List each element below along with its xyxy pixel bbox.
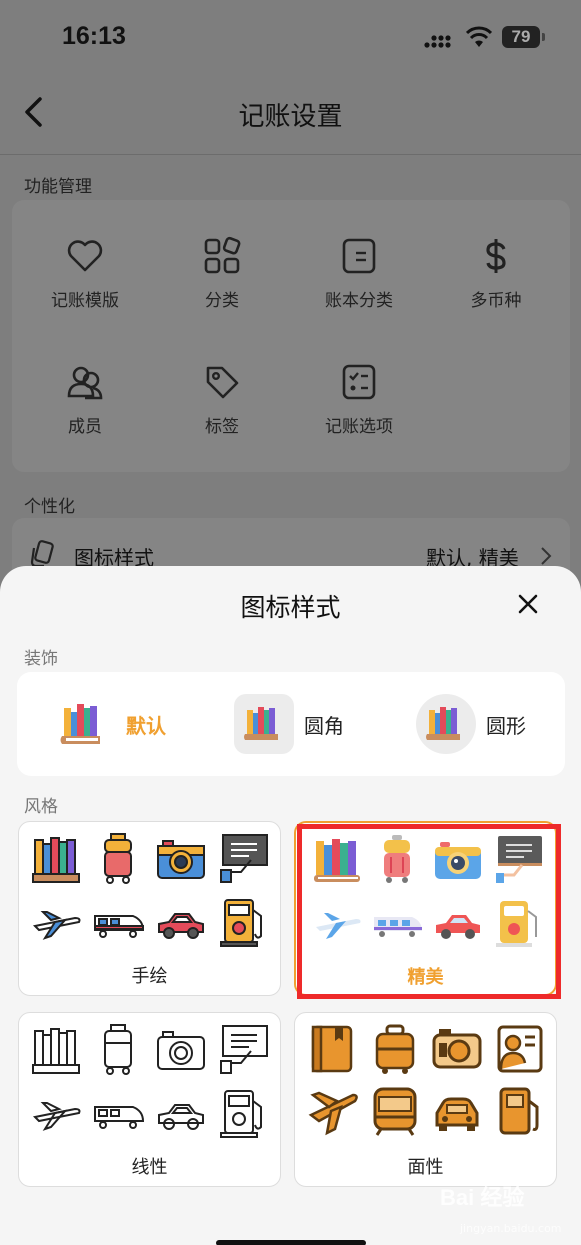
page-title: 记账设置 — [238, 102, 343, 132]
decoration-option-rounded[interactable]: 圆角 — [234, 694, 384, 754]
icon-style-icon — [30, 540, 54, 568]
chevron-right-icon — [541, 547, 552, 565]
train-icon — [94, 1106, 145, 1129]
home-indicator[interactable] — [216, 1240, 366, 1245]
function-label: 多币种 — [470, 291, 522, 311]
books-icon — [426, 707, 460, 740]
id-card-icon — [497, 1025, 543, 1073]
nav-divider — [0, 154, 581, 155]
luggage-icon — [104, 833, 132, 884]
function-item-category[interactable]: 分类 — [152, 236, 292, 311]
train-icon — [94, 915, 145, 938]
fuel-pump-icon — [499, 1087, 539, 1135]
cellular-signal-icon — [424, 35, 451, 48]
airplane-icon — [32, 1102, 81, 1131]
function-item-options[interactable]: 记账选项 — [289, 362, 429, 437]
function-item-tag[interactable]: 标签 — [152, 362, 292, 437]
function-item-template[interactable]: 记账模版 — [15, 236, 155, 311]
decoration-label: 装饰 — [24, 649, 58, 669]
luggage-icon — [375, 1024, 415, 1074]
camera-icon — [432, 1029, 482, 1069]
camera-icon — [157, 840, 205, 879]
decoration-option-label: 圆角 — [304, 714, 344, 738]
sheet-title: 图标样式 — [240, 593, 341, 622]
selection-highlight-box — [297, 824, 561, 999]
style-option-label: 线性 — [131, 1157, 168, 1178]
decoration-option-default[interactable]: 默认 — [56, 694, 206, 754]
style-label: 风格 — [24, 797, 58, 817]
fuel-pump-icon — [220, 899, 262, 947]
tram-icon — [373, 1087, 417, 1136]
books-icon — [32, 1028, 80, 1074]
function-item-currency[interactable]: 多币种 — [426, 236, 566, 311]
car-icon — [435, 1097, 479, 1131]
status-time: 16:13 — [62, 22, 126, 50]
function-label: 记账选项 — [325, 417, 393, 437]
watermark-brand: Bai 经验 — [440, 1185, 525, 1210]
style-option-solid[interactable]: 面性 — [294, 1012, 557, 1187]
car-icon — [158, 1104, 204, 1130]
tag-icon — [206, 366, 239, 399]
wifi-icon — [466, 26, 492, 47]
section-title-function: 功能管理 — [24, 177, 92, 197]
style-option-label: 面性 — [407, 1157, 444, 1178]
function-item-members[interactable]: 成员 — [15, 362, 155, 437]
function-label: 成员 — [68, 417, 102, 437]
style-option-handdrawn[interactable]: 手绘 — [18, 821, 281, 996]
function-label: 账本分类 — [325, 291, 393, 311]
battery-indicator: 79 — [502, 26, 545, 48]
decoration-option-circle[interactable]: 圆形 — [416, 694, 566, 754]
watermark-url: jingyan.baidu.com — [460, 1222, 562, 1235]
function-label: 分类 — [205, 291, 239, 311]
book-icon — [311, 1025, 353, 1073]
function-label: 标签 — [205, 417, 239, 437]
checklist-icon — [342, 364, 376, 400]
presentation-icon — [220, 834, 268, 883]
section-title-personal: 个性化 — [24, 497, 75, 517]
luggage-icon — [104, 1024, 132, 1075]
airplane-icon — [308, 1091, 358, 1136]
function-label: 记账模版 — [51, 291, 119, 311]
camera-icon — [157, 1031, 205, 1070]
car-icon — [158, 913, 204, 939]
books-icon — [244, 707, 278, 740]
decoration-option-label: 默认 — [126, 714, 166, 738]
books-icon — [60, 704, 100, 744]
heart-icon — [67, 240, 103, 272]
presentation-icon — [220, 1025, 268, 1074]
members-icon — [67, 366, 103, 400]
books-icon — [32, 837, 80, 883]
fuel-pump-icon — [220, 1090, 262, 1138]
style-option-linear[interactable]: 线性 — [18, 1012, 281, 1187]
close-icon[interactable] — [516, 592, 540, 616]
style-option-label: 手绘 — [131, 966, 168, 987]
ledger-icon — [342, 238, 376, 274]
dollar-icon — [486, 239, 506, 273]
airplane-icon — [32, 911, 81, 940]
function-item-ledger[interactable]: 账本分类 — [289, 236, 429, 311]
decoration-option-label: 圆形 — [486, 714, 526, 738]
category-grid-icon — [204, 236, 241, 274]
